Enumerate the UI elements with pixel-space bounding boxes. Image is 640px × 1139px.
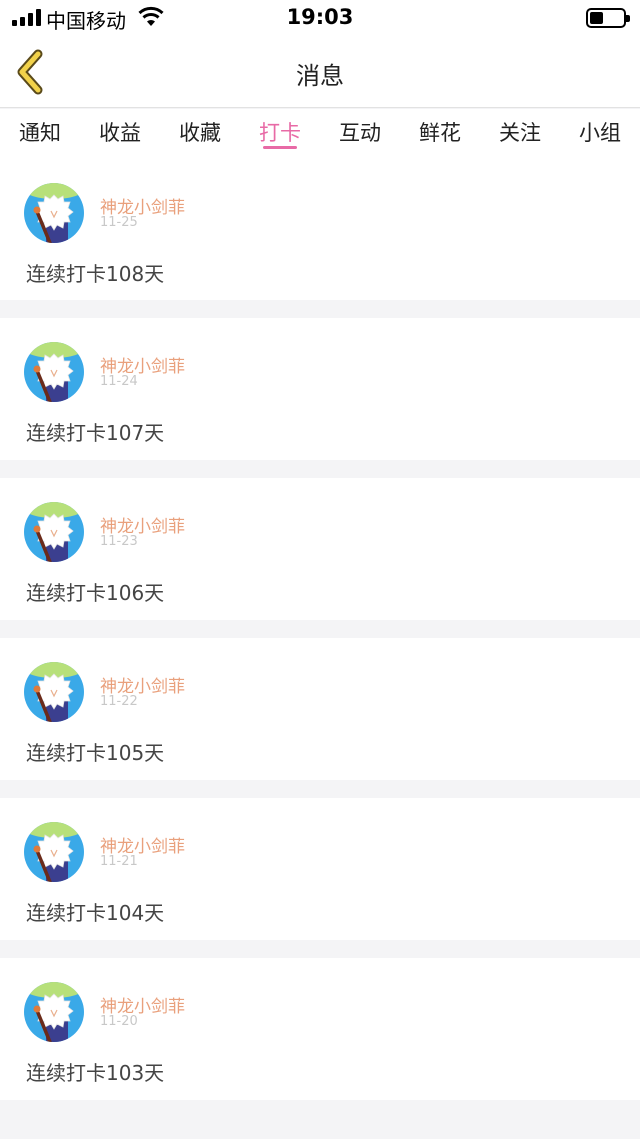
avatar[interactable] (24, 183, 84, 243)
tab-label: 收藏 (179, 121, 221, 145)
message-text: 连续打卡103天 (26, 1061, 165, 1085)
message-card[interactable]: 神龙小剑菲 11-24 连续打卡107天 (0, 318, 640, 460)
avatar[interactable] (24, 342, 84, 402)
tab-label: 通知 (19, 121, 61, 145)
avatar[interactable] (24, 982, 84, 1042)
battery-icon (586, 8, 630, 28)
message-text: 连续打卡105天 (26, 741, 165, 765)
message-date: 11-24 (100, 374, 138, 389)
tab-5[interactable]: 鲜花 (400, 109, 480, 159)
tab-bar: 通知 收益 收藏 打卡 互动 鲜花 关注 小组 (0, 109, 640, 159)
navigation-bar: 消息 (0, 36, 640, 108)
avatar[interactable] (24, 662, 84, 722)
message-date: 11-25 (100, 215, 138, 230)
tab-active-indicator (263, 146, 297, 149)
message-date: 11-21 (100, 854, 138, 869)
message-card[interactable]: 神龙小剑菲 11-22 连续打卡105天 (0, 638, 640, 780)
tab-label: 收益 (99, 121, 141, 145)
avatar[interactable] (24, 502, 84, 562)
message-date: 11-20 (100, 1014, 138, 1029)
battery-fill (590, 12, 603, 24)
message-text: 连续打卡104天 (26, 901, 165, 925)
message-date: 11-22 (100, 694, 138, 709)
tab-4[interactable]: 互动 (320, 109, 400, 159)
tab-3[interactable]: 打卡 (240, 109, 320, 159)
message-text: 连续打卡108天 (26, 262, 165, 286)
battery-nub (626, 15, 630, 22)
message-card[interactable]: 神龙小剑菲 11-21 连续打卡104天 (0, 798, 640, 940)
message-date: 11-23 (100, 534, 138, 549)
tab-2[interactable]: 收藏 (160, 109, 240, 159)
page-title: 消息 (296, 62, 344, 90)
tab-label: 打卡 (259, 121, 301, 145)
tab-1[interactable]: 收益 (80, 109, 160, 159)
message-text: 连续打卡107天 (26, 421, 165, 445)
message-text: 连续打卡106天 (26, 581, 165, 605)
tab-label: 小组 (579, 121, 621, 145)
tab-7[interactable]: 小组 (560, 109, 640, 159)
clock: 19:03 (286, 5, 354, 29)
tab-0[interactable]: 通知 (0, 109, 80, 159)
tab-6[interactable]: 关注 (480, 109, 560, 159)
message-list: 神龙小剑菲 11-25 连续打卡108天 神龙小剑菲 11-24 连续打卡107天 神龙… (0, 159, 640, 1118)
tab-label: 互动 (339, 121, 381, 145)
avatar[interactable] (24, 822, 84, 882)
message-card[interactable]: 神龙小剑菲 11-25 连续打卡108天 (0, 159, 640, 300)
tab-label: 关注 (499, 121, 541, 145)
tab-label: 鲜花 (419, 121, 461, 145)
message-card[interactable]: 神龙小剑菲 11-20 连续打卡103天 (0, 958, 640, 1100)
status-bar: 中国移动 19:03 (0, 0, 640, 36)
message-card[interactable]: 神龙小剑菲 11-23 连续打卡106天 (0, 478, 640, 620)
